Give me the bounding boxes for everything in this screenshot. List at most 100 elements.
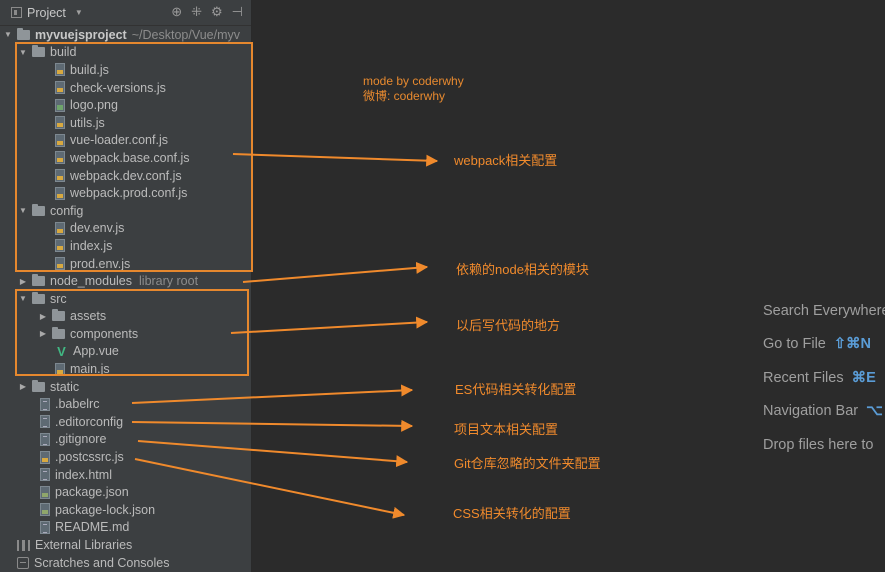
- hint-label: Search Everywhere: [763, 302, 885, 319]
- file-label: index.html: [55, 467, 112, 482]
- js-file-icon: [55, 362, 65, 376]
- expanded-arrow-icon[interactable]: ▼: [17, 48, 29, 57]
- file-label: webpack.prod.conf.js: [70, 186, 188, 201]
- annotation-node-modules: 依赖的node相关的模块: [456, 262, 589, 277]
- tree-item-build[interactable]: ▼ build: [0, 44, 251, 62]
- folder-icon: [17, 27, 30, 40]
- tree-item-file[interactable]: .postcssrc.js: [0, 448, 251, 466]
- tree-item-file[interactable]: package.json: [0, 483, 251, 501]
- file-label: .postcssrc.js: [55, 450, 124, 465]
- folder-label: assets: [70, 309, 107, 324]
- hide-panel-icon[interactable]: ⊣: [232, 4, 243, 20]
- file-label: package.json: [55, 485, 129, 500]
- locate-file-icon[interactable]: ⊕: [171, 4, 182, 20]
- tree-item-file[interactable]: webpack.base.conf.js: [0, 149, 251, 167]
- tree-item-file[interactable]: webpack.dev.conf.js: [0, 167, 251, 185]
- collapsed-arrow-icon[interactable]: ▶: [37, 312, 49, 321]
- tree-item-static[interactable]: ▶ static: [0, 378, 251, 396]
- project-tree: ▼ myvuejsproject ~/Desktop/Vue/myv ▼ bui…: [0, 26, 251, 571]
- file-label: .babelrc: [55, 397, 100, 412]
- hint-go-to-file: Go to File ⇧⌘N: [763, 328, 885, 362]
- js-file-icon: [55, 239, 65, 253]
- collapsed-arrow-icon[interactable]: ▶: [17, 277, 29, 286]
- watermark-line: 微博: coderwhy: [363, 89, 446, 103]
- folder-icon: [32, 45, 45, 58]
- file-label: webpack.dev.conf.js: [70, 168, 182, 183]
- tree-item-file[interactable]: index.js: [0, 237, 251, 255]
- js-file-icon: [55, 169, 65, 183]
- tree-item-file[interactable]: logo.png: [0, 96, 251, 114]
- tree-item-file[interactable]: README.md: [0, 519, 251, 537]
- annotation-babelrc: ES代码相关转化配置: [455, 382, 577, 397]
- js-file-icon: [40, 450, 50, 464]
- tree-item-file[interactable]: utils.js: [0, 114, 251, 132]
- hint-label: Recent Files: [763, 369, 844, 386]
- tree-item-node-modules[interactable]: ▶ node_modules library root: [0, 272, 251, 290]
- tree-item-file[interactable]: V App.vue: [0, 343, 251, 361]
- json-file-icon: [40, 485, 50, 499]
- watermark-line: mode by coderwhy: [363, 74, 464, 88]
- tree-item-file[interactable]: dev.env.js: [0, 220, 251, 238]
- collapse-all-icon[interactable]: ⁜: [191, 4, 202, 20]
- arrow-webpack: [232, 153, 439, 167]
- chevron-down-icon[interactable]: ▼: [75, 8, 83, 17]
- config-file-icon: [40, 432, 50, 446]
- annotation-editorconfig: 项目文本相关配置: [454, 422, 559, 437]
- folder-label: src: [50, 291, 67, 306]
- project-view-selector[interactable]: Project: [27, 6, 66, 20]
- image-file-icon: [55, 98, 65, 112]
- tree-item-file[interactable]: check-versions.js: [0, 79, 251, 97]
- folder-icon: [32, 274, 45, 287]
- folder-label: components: [70, 326, 139, 341]
- annotation-src: 以后写代码的地方: [456, 318, 561, 333]
- expanded-arrow-icon[interactable]: ▼: [17, 206, 29, 215]
- tree-item-project-root[interactable]: ▼ myvuejsproject ~/Desktop/Vue/myv: [0, 26, 251, 44]
- expanded-arrow-icon[interactable]: ▼: [17, 294, 29, 303]
- tree-item-config[interactable]: ▼ config: [0, 202, 251, 220]
- tree-item-file[interactable]: .editorconfig: [0, 413, 251, 431]
- file-label: logo.png: [70, 98, 118, 113]
- vue-file-icon: V: [57, 343, 66, 359]
- tree-item-file[interactable]: .babelrc: [0, 395, 251, 413]
- tree-item-file[interactable]: .gitignore: [0, 431, 251, 449]
- file-label: check-versions.js: [70, 80, 166, 95]
- tree-item-file[interactable]: main.js: [0, 360, 251, 378]
- hint-search-everywhere: Search Everywhere: [763, 294, 885, 328]
- tree-item-file[interactable]: webpack.prod.conf.js: [0, 184, 251, 202]
- html-file-icon: [40, 468, 50, 482]
- gear-icon[interactable]: ⚙: [211, 4, 223, 20]
- tree-item-file[interactable]: index.html: [0, 466, 251, 484]
- js-file-icon: [55, 186, 65, 200]
- file-label: main.js: [70, 362, 110, 377]
- file-label: dev.env.js: [70, 221, 125, 236]
- collapsed-arrow-icon[interactable]: ▶: [17, 382, 29, 391]
- expanded-arrow-icon[interactable]: ▼: [2, 30, 14, 39]
- arrow-src: [230, 316, 429, 334]
- file-label: index.js: [70, 238, 113, 253]
- tree-item-file[interactable]: build.js: [0, 61, 251, 79]
- hint-drop-files: Drop files here to: [763, 428, 885, 462]
- js-file-icon: [55, 81, 65, 95]
- js-file-icon: [55, 63, 65, 77]
- file-label: .editorconfig: [55, 414, 124, 429]
- scratches-icon: [17, 556, 29, 569]
- tree-item-assets[interactable]: ▶ assets: [0, 308, 251, 326]
- tree-item-scratches[interactable]: Scratches and Consoles: [0, 554, 251, 572]
- project-panel-header: Project ▼ ⊕ ⁜ ⚙ ⊣: [0, 0, 251, 26]
- markdown-file-icon: [40, 520, 50, 534]
- collapsed-arrow-icon[interactable]: ▶: [37, 329, 49, 338]
- project-tool-window: Project ▼ ⊕ ⁜ ⚙ ⊣ ▼ myvuejsproject ~/Des…: [0, 0, 252, 572]
- folder-label: node_modules: [50, 274, 133, 289]
- tree-item-file[interactable]: vue-loader.conf.js: [0, 132, 251, 150]
- tree-item-file[interactable]: package-lock.json: [0, 501, 251, 519]
- panel-toolbar: ⊕ ⁜ ⚙ ⊣: [171, 4, 243, 20]
- tree-item-src[interactable]: ▼ src: [0, 290, 251, 308]
- tree-item-components[interactable]: ▶ components: [0, 325, 251, 343]
- tree-item-external-libraries[interactable]: External Libraries: [0, 536, 251, 554]
- folder-icon: [32, 203, 45, 216]
- config-file-icon: [40, 415, 50, 429]
- hint-label: Go to File: [763, 336, 826, 353]
- library-root-tag: library root: [139, 274, 199, 289]
- file-label: prod.env.js: [70, 256, 131, 271]
- tree-item-file[interactable]: prod.env.js: [0, 255, 251, 273]
